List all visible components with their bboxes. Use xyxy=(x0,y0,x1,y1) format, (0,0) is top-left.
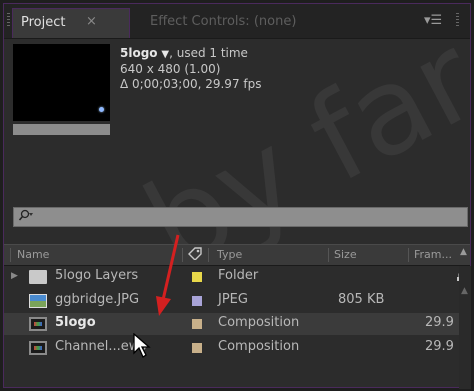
list-item[interactable]: ggbridge.JPG JPEG 805 KB xyxy=(4,290,459,312)
column-frame-rate[interactable]: Fram... xyxy=(414,248,452,261)
column-divider xyxy=(182,248,183,262)
expand-triangle-icon[interactable]: ▶ xyxy=(11,271,18,281)
column-divider xyxy=(10,248,11,262)
column-size[interactable]: Size xyxy=(334,248,357,261)
column-divider xyxy=(208,248,209,262)
item-type: JPEG xyxy=(218,292,248,307)
column-divider xyxy=(408,248,409,262)
item-resolution: 640 x 480 (1.00) xyxy=(120,62,221,76)
composition-icon xyxy=(29,317,47,331)
project-panel: Project × Effect Controls: (none) ▾☰ 5lo… xyxy=(3,3,474,391)
tab-project[interactable]: Project × xyxy=(12,8,130,38)
item-dropdown-icon[interactable]: ▼ xyxy=(161,49,169,60)
item-usage: , used 1 time xyxy=(169,46,248,60)
panel-grip-handle[interactable] xyxy=(456,13,459,27)
item-type: Composition xyxy=(218,339,300,354)
item-name: 5logo xyxy=(55,315,96,330)
list-item[interactable]: Channel...ews Composition 29.9 xyxy=(4,337,459,359)
search-icon[interactable] xyxy=(18,209,34,227)
image-file-icon xyxy=(29,294,47,308)
preview-thumbnail xyxy=(13,44,110,121)
column-type[interactable]: Type xyxy=(217,248,242,261)
folder-icon xyxy=(29,270,47,284)
tab-effect-controls[interactable]: Effect Controls: (none) xyxy=(150,14,296,29)
close-icon[interactable]: × xyxy=(86,14,97,29)
item-frame-rate: 29.9 xyxy=(425,315,454,330)
list-item[interactable]: ▶ 5logo Layers Folder xyxy=(4,266,459,288)
preview-bar xyxy=(13,124,110,135)
tab-grip-handle[interactable] xyxy=(7,13,10,27)
project-item-list: ▶ 5logo Layers Folder ggbridge.JPG JPEG … xyxy=(4,266,459,391)
scroll-up-icon[interactable]: ▲ xyxy=(461,286,468,296)
label-color-swatch[interactable] xyxy=(192,272,202,282)
label-tag-icon[interactable] xyxy=(187,246,203,263)
logo-dot xyxy=(99,107,104,112)
composition-icon xyxy=(29,341,47,355)
scroll-up-icon[interactable]: ▲ xyxy=(460,247,467,257)
item-name: 5logo Layers xyxy=(55,268,139,283)
column-header: Name Type Size Fram... ▲ xyxy=(4,244,470,266)
label-color-swatch[interactable] xyxy=(192,296,202,306)
item-info: 5logo ▼, used 1 time 640 x 480 (1.00) Δ … xyxy=(120,46,262,92)
item-name[interactable]: 5logo xyxy=(120,46,158,60)
item-name: ggbridge.JPG xyxy=(55,292,140,307)
item-duration: Δ 0;00;03;00, 29.97 fps xyxy=(120,77,262,91)
mouse-pointer-icon xyxy=(133,332,151,363)
column-name[interactable]: Name xyxy=(17,248,49,261)
item-size: 805 KB xyxy=(338,292,385,307)
tab-project-label: Project xyxy=(21,15,66,30)
search-input[interactable] xyxy=(13,207,468,227)
label-color-swatch[interactable] xyxy=(192,343,202,353)
label-color-swatch[interactable] xyxy=(192,319,202,329)
column-divider xyxy=(328,248,329,262)
list-item[interactable]: 5logo Composition 29.9 xyxy=(4,313,459,335)
item-type: Composition xyxy=(218,315,300,330)
scrollbar[interactable]: ▲ xyxy=(459,266,471,389)
item-type: Folder xyxy=(218,268,259,283)
item-frame-rate: 29.9 xyxy=(425,339,454,354)
